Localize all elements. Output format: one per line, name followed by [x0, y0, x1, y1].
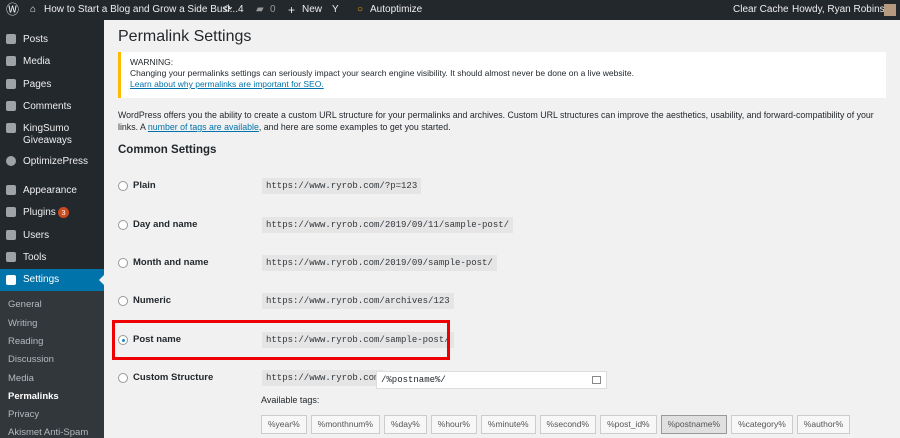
updates-count[interactable]: 4 [238, 0, 244, 20]
submenu-general[interactable]: General [8, 299, 42, 310]
media-icon [6, 56, 16, 66]
radio[interactable] [118, 373, 128, 383]
tag-buttons: %year% %monthnum% %day% %hour% %minute% … [261, 415, 850, 434]
wrench-icon [6, 252, 16, 262]
option-label: Month and name [133, 257, 209, 268]
option-numeric[interactable]: Numeric https://www.ryrob.com/archives/12… [118, 292, 878, 312]
tag-button[interactable]: %minute% [480, 415, 536, 434]
plug-icon [6, 207, 16, 217]
option-plain[interactable]: Plain https://www.ryrob.com/?p=123 [118, 177, 878, 197]
option-label: Numeric [133, 295, 172, 306]
option-month-and-name[interactable]: Month and name https://www.ryrob.com/2019… [118, 254, 878, 274]
page-title: Permalink Settings [118, 28, 252, 45]
radio[interactable] [118, 181, 128, 191]
seo-permalinks-link[interactable]: Learn about why permalinks are important… [130, 79, 324, 89]
submenu-writing[interactable]: Writing [8, 318, 37, 329]
tag-button[interactable]: %author% [796, 415, 850, 434]
example-url: https://www.ryrob.com/2019/09/11/sample-… [262, 217, 514, 233]
tag-button[interactable]: %category% [731, 415, 793, 434]
custom-structure-input[interactable]: /%postname%/ [376, 371, 607, 389]
submenu-permalinks[interactable]: Permalinks [8, 391, 59, 402]
tag-button-active[interactable]: %postname% [660, 415, 728, 434]
comment-icon [6, 101, 16, 111]
clear-cache-button[interactable]: Clear Cache [733, 0, 789, 20]
comments-icon[interactable]: ▰ [256, 0, 264, 20]
comments-count[interactable]: 0 [270, 0, 276, 20]
tag-button[interactable]: %post_id% [600, 415, 657, 434]
tag-button[interactable]: %year% [261, 415, 307, 434]
submenu-akismet[interactable]: Akismet Anti-Spam [8, 427, 88, 438]
autoptimize-icon: ○ [357, 4, 364, 15]
intro-after: , and here are some examples to get you … [258, 122, 451, 132]
radio[interactable] [118, 296, 128, 306]
option-day-and-name[interactable]: Day and name https://www.ryrob.com/2019/0… [118, 216, 878, 236]
updates-icon[interactable]: ⟳ [224, 0, 232, 20]
plus-icon[interactable]: + [288, 0, 295, 20]
option-label: Plain [133, 180, 156, 191]
autoptimize-menu[interactable]: Autoptimize [370, 0, 422, 20]
submenu-privacy[interactable]: Privacy [8, 409, 39, 420]
submenu-reading[interactable]: Reading [8, 336, 43, 347]
yoast-icon[interactable]: Y [332, 0, 339, 20]
avatar[interactable] [884, 4, 896, 16]
plugins-update-badge: 3 [58, 207, 69, 218]
common-settings-heading: Common Settings [118, 144, 217, 156]
main-content: Permalink Settings WARNING: Changing you… [104, 20, 900, 438]
option-label: Custom Structure [133, 372, 214, 383]
clover-icon [6, 123, 16, 133]
tags-link[interactable]: number of tags are available [148, 122, 259, 132]
home-icon: ⌂ [30, 4, 37, 15]
radio[interactable] [118, 220, 128, 230]
submenu-discussion[interactable]: Discussion [8, 354, 54, 365]
tag-button[interactable]: %monthnum% [310, 415, 380, 434]
howdy-user-menu[interactable]: Howdy, Ryan Robinson [792, 0, 896, 20]
pages-icon [6, 79, 16, 89]
tag-button[interactable]: %hour% [430, 415, 477, 434]
current-arrow-icon [94, 275, 104, 285]
warning-notice: WARNING: Changing your permalinks settin… [118, 52, 886, 98]
admin-sidebar: Posts Media Pages Comments KingSumo Give… [0, 20, 104, 438]
settings-submenu: General Writing Reading Discussion Media… [0, 291, 104, 438]
admin-bar: Ⓦ ⌂ How to Start a Blog and Grow a Side … [0, 0, 900, 20]
example-url: https://www.ryrob.com/?p=123 [262, 178, 422, 194]
tag-button[interactable]: %day% [383, 415, 427, 434]
sidebar-item-settings[interactable]: Settings [0, 269, 104, 291]
custom-base-url: https://www.ryrob.com [262, 370, 384, 386]
new-button[interactable]: New [302, 0, 322, 20]
warning-heading: WARNING: [130, 57, 174, 67]
brush-icon [6, 185, 16, 195]
available-tags-label: Available tags: [261, 395, 320, 405]
custom-structure-value: /%postname%/ [381, 375, 446, 385]
intro-text: WordPress offers you the ability to crea… [118, 109, 888, 133]
autofill-icon[interactable] [592, 376, 601, 384]
highlight-box [112, 320, 450, 360]
pin-icon [6, 34, 16, 44]
tag-button[interactable]: %second% [539, 415, 597, 434]
site-title-link[interactable]: How to Start a Blog and Grow a Side Busi… [44, 0, 238, 20]
warning-text: Changing your permalinks settings can se… [130, 68, 634, 78]
option-label: Day and name [133, 219, 198, 230]
optimizepress-icon [6, 156, 16, 166]
example-url: https://www.ryrob.com/archives/123 [262, 293, 454, 309]
wordpress-logo-icon[interactable]: Ⓦ [6, 0, 19, 20]
user-icon [6, 230, 16, 240]
radio[interactable] [118, 258, 128, 268]
settings-icon [6, 275, 16, 285]
submenu-media[interactable]: Media [8, 373, 34, 384]
example-url: https://www.ryrob.com/2019/09/sample-pos… [262, 255, 497, 271]
